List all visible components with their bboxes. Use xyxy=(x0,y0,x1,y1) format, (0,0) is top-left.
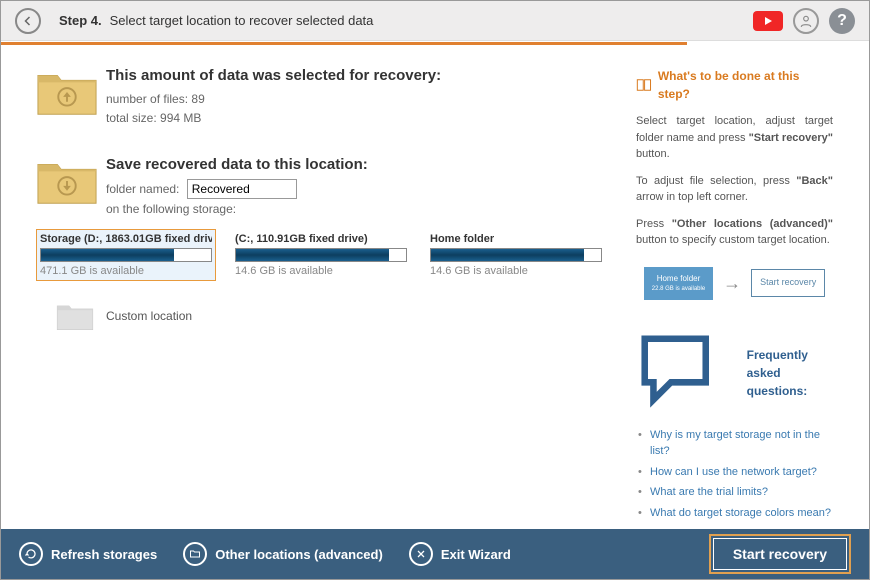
upload-folder-icon xyxy=(36,67,106,128)
close-icon xyxy=(409,542,433,566)
storage-label: on the following storage: xyxy=(106,200,636,219)
storage-bar xyxy=(40,248,212,262)
header: Step 4. Select target location to recove… xyxy=(1,1,869,41)
faq-link[interactable]: What are the trial limits? xyxy=(636,482,833,503)
storage-available: 14.6 GB is available xyxy=(235,265,407,277)
step-progress xyxy=(1,41,869,47)
youtube-icon[interactable] xyxy=(753,11,783,31)
help-icon[interactable]: ? xyxy=(829,8,855,34)
storage-available: 471.1 GB is available xyxy=(40,265,212,277)
storage-name: Storage (D:, 1863.01GB fixed drive) xyxy=(40,233,212,245)
storage-bar xyxy=(430,248,602,262)
save-title: Save recovered data to this location: xyxy=(106,156,636,173)
storage-option[interactable]: (C:, 110.91GB fixed drive) 14.6 GB is av… xyxy=(231,229,411,281)
sidebar-heading: What's to be done at this step? xyxy=(636,67,833,103)
step-number: Step 4. xyxy=(59,13,102,28)
arrow-left-icon xyxy=(22,15,34,27)
files-count-row: number of files: 89 xyxy=(106,90,636,109)
faq-link[interactable]: What do target storage colors mean? xyxy=(636,503,833,524)
faq-link[interactable]: Why is my target storage not in the list… xyxy=(636,425,833,462)
storage-name: Home folder xyxy=(430,233,602,245)
progress-fill xyxy=(1,42,687,45)
other-locations-button[interactable]: Other locations (advanced) xyxy=(183,542,383,566)
hint-storage-thumb: Home folder 22.8 GB is available xyxy=(644,267,713,300)
folder-icon xyxy=(56,301,94,331)
user-icon[interactable] xyxy=(793,8,819,34)
back-button[interactable] xyxy=(15,8,41,34)
footer: Refresh storages Other locations (advanc… xyxy=(1,529,869,579)
storage-option[interactable]: Storage (D:, 1863.01GB fixed drive) 471.… xyxy=(36,229,216,281)
sidebar-text: Select target location, adjust target fo… xyxy=(636,113,833,163)
folder-name-row: folder named: xyxy=(106,179,636,199)
chat-icon xyxy=(636,330,741,417)
start-recovery-button[interactable]: Start recovery xyxy=(709,534,851,574)
hint-start-thumb: Start recovery xyxy=(751,269,825,297)
arrow-right-icon: → xyxy=(723,270,741,297)
faq-list: Why is my target storage not in the list… xyxy=(636,425,833,524)
sidebar-text: Press "Other locations (advanced)" butto… xyxy=(636,216,833,249)
storage-list: Storage (D:, 1863.01GB fixed drive) 471.… xyxy=(36,229,636,281)
sidebar-text: To adjust file selection, press "Back" a… xyxy=(636,173,833,206)
total-size-row: total size: 994 MB xyxy=(106,109,636,128)
summary-title: This amount of data was selected for rec… xyxy=(106,67,636,84)
refresh-storages-button[interactable]: Refresh storages xyxy=(19,542,157,566)
storage-option[interactable]: Home folder 14.6 GB is available xyxy=(426,229,606,281)
storage-available: 14.6 GB is available xyxy=(430,265,602,277)
folder-name-input[interactable] xyxy=(187,179,297,199)
exit-wizard-button[interactable]: Exit Wizard xyxy=(409,542,511,566)
custom-location-option[interactable]: Custom location xyxy=(56,301,636,331)
faq-heading: Frequently asked questions: xyxy=(636,330,833,417)
refresh-icon xyxy=(19,542,43,566)
folder-icon xyxy=(183,542,207,566)
faq-link[interactable]: How can I use the network target? xyxy=(636,462,833,483)
custom-location-label: Custom location xyxy=(106,309,192,323)
storage-name: (C:, 110.91GB fixed drive) xyxy=(235,233,407,245)
step-title: Select target location to recover select… xyxy=(110,13,374,28)
book-icon xyxy=(636,78,652,92)
storage-bar xyxy=(235,248,407,262)
hint-image: Home folder 22.8 GB is available → Start… xyxy=(636,267,833,300)
download-folder-icon xyxy=(36,156,106,218)
